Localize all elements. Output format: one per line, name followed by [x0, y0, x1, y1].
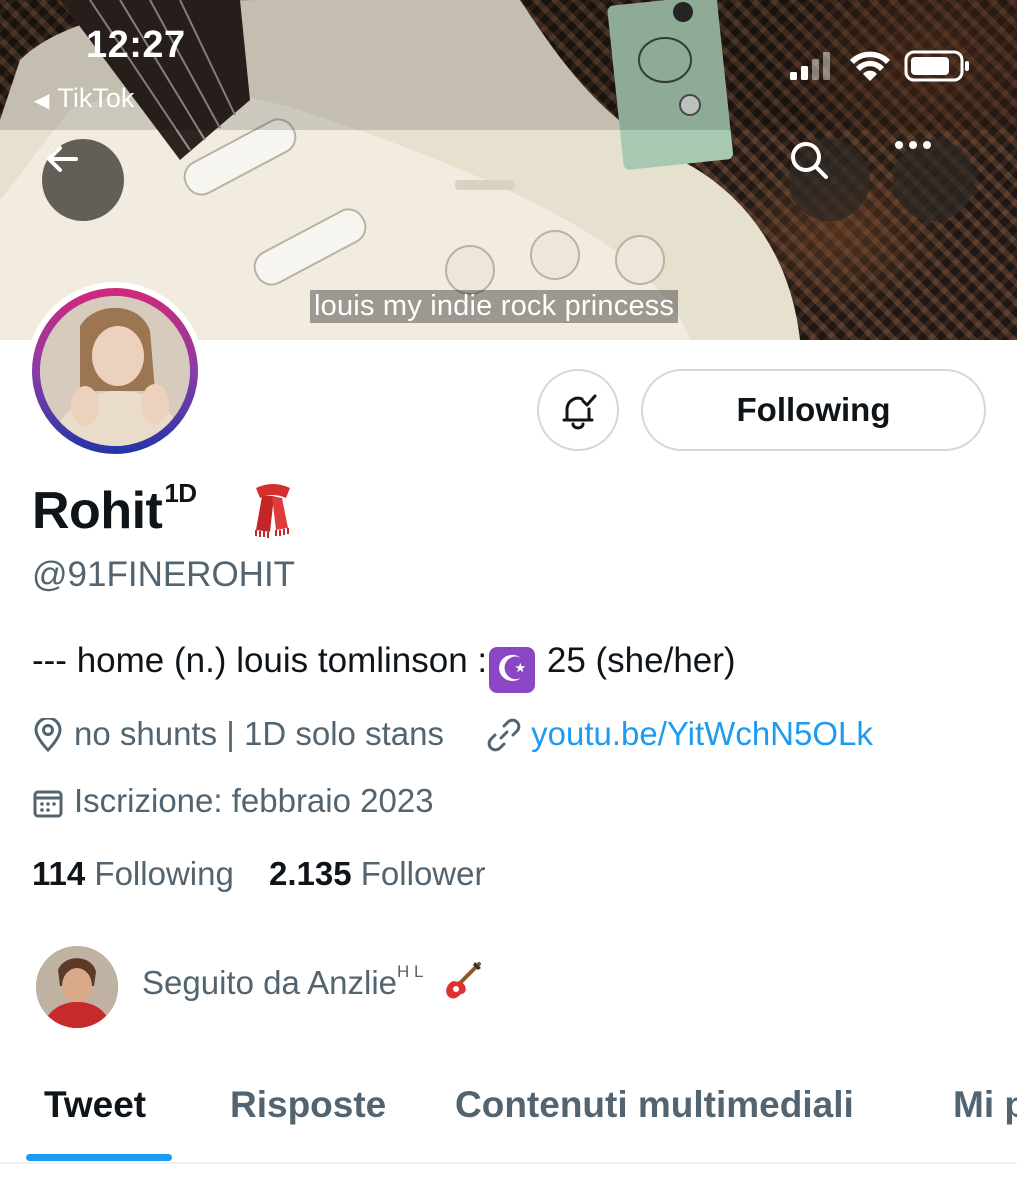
profile-tabs: Tweet Risposte Contenuti multimediali Mi…: [0, 1078, 1017, 1162]
bio-prefix: --- home (n.) louis tomlinson :: [32, 641, 488, 680]
profile-joined: Iscrizione: febbraio 2023: [74, 782, 434, 819]
following-count-label: Following: [94, 855, 234, 892]
arrow-left-icon: [47, 146, 78, 172]
bell-check-icon: [562, 394, 597, 430]
profile-banner: 12:27 ◀ TikTok louis my indie rock princ…: [0, 0, 1017, 340]
tabs-divider: [0, 1162, 1017, 1164]
location-pin-icon: [32, 716, 64, 760]
cellular-signal-icon: [790, 52, 830, 80]
battery-icon: [904, 50, 969, 82]
calendar-icon: [32, 787, 64, 827]
tab-risposte[interactable]: Risposte: [230, 1084, 386, 1126]
profile-joined-row: Iscrizione: febbraio 2023: [32, 782, 434, 827]
following-button[interactable]: Following: [641, 369, 986, 451]
back-triangle-icon: ◀: [34, 90, 50, 112]
avatar-photo: [40, 296, 190, 446]
link-icon: [487, 718, 521, 760]
guitar-emoji-icon: [445, 962, 481, 999]
avatar-gradient-ring: [32, 288, 198, 454]
follow-counts: 114 Following 2.135 Follower: [32, 855, 485, 893]
tab-mi-piace[interactable]: Mi p: [953, 1084, 1017, 1126]
display-name: Rohit1D: [32, 478, 197, 541]
profile-handle: @91FINEROHIT: [32, 555, 296, 594]
follower-count-link[interactable]: 2.135 Follower: [269, 855, 485, 892]
profile-bio: --- home (n.) louis tomlinson : ☪ 25 (she…: [32, 641, 736, 693]
scarf-emoji-icon: [255, 484, 290, 538]
search-icon: [791, 142, 828, 179]
profile-meta-row: no shunts | 1D solo stans youtu.be/YitWc…: [32, 715, 873, 760]
status-time: 12:27: [86, 24, 186, 66]
profile-location: no shunts | 1D solo stans: [74, 715, 444, 752]
profile-avatar[interactable]: [26, 282, 204, 460]
following-count: 114: [32, 855, 86, 892]
more-horizontal-icon: [895, 141, 931, 149]
profile-website-link[interactable]: youtu.be/YitWchN5OLk: [531, 715, 873, 752]
display-name-superscript: 1D: [164, 478, 197, 508]
notifications-button[interactable]: [537, 369, 619, 451]
bio-suffix: 25 (she/her): [537, 641, 736, 680]
back-button[interactable]: [42, 139, 124, 221]
star-crescent-emoji-icon: ☪: [489, 647, 536, 693]
follower-count-label: Follower: [360, 855, 486, 892]
back-to-app-link[interactable]: ◀ TikTok: [34, 83, 134, 114]
active-tab-indicator: [26, 1154, 172, 1161]
display-name-text: Rohit: [32, 482, 163, 540]
following-count-link[interactable]: 114 Following: [32, 855, 234, 892]
follower-count: 2.135: [269, 855, 352, 892]
banner-caption: louis my indie rock princess: [310, 290, 679, 323]
more-button[interactable]: [893, 139, 975, 221]
tab-contenuti-multimediali[interactable]: Contenuti multimediali: [455, 1084, 854, 1126]
back-app-label: TikTok: [57, 83, 135, 113]
followed-by-text: Seguito da AnzlieH L 🎸: [142, 960, 483, 1002]
wifi-icon: [850, 51, 890, 81]
search-button[interactable]: [788, 139, 870, 221]
followed-by-avatar: [36, 946, 118, 1028]
tab-tweet[interactable]: Tweet: [44, 1084, 146, 1126]
followed-by-superscript: H L: [397, 962, 424, 981]
